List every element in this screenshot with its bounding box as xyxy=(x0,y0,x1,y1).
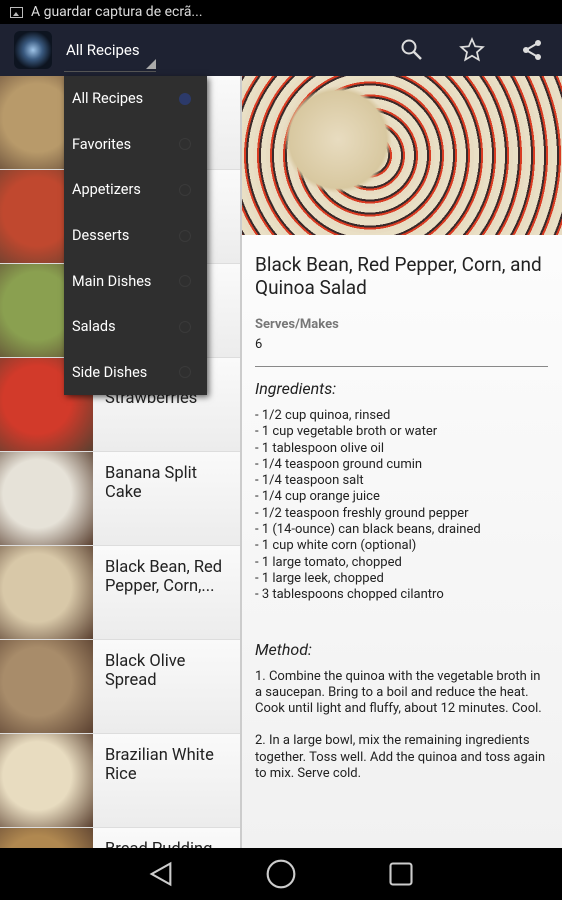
radio-icon[interactable] xyxy=(179,320,191,333)
dropdown-item-label: All Recipes xyxy=(72,90,144,108)
spinner-triangle-icon xyxy=(146,59,156,69)
radio-icon[interactable] xyxy=(179,229,191,242)
radio-icon[interactable] xyxy=(179,366,191,379)
recipe-title: Brazilian White Rice xyxy=(105,746,214,784)
navigation-bar xyxy=(0,848,562,900)
list-item[interactable]: Brazilian White Rice xyxy=(0,734,240,828)
serves-value: 6 xyxy=(255,337,263,352)
dropdown-item-label: Salads xyxy=(72,318,116,336)
dropdown-item-label: Favorites xyxy=(72,135,132,153)
method-step: 2. In a large bowl, mix the remaining in… xyxy=(255,733,546,782)
star-icon xyxy=(459,37,485,62)
method-step: 1. Combine the quinoa with the vegetable… xyxy=(255,668,542,717)
app-logo[interactable] xyxy=(14,31,52,69)
radio-icon[interactable] xyxy=(179,92,191,105)
recipe-thumbnail xyxy=(0,828,93,848)
dropdown-item-label: Main Dishes xyxy=(72,272,152,290)
notification-text: A guardar captura de ecrã... xyxy=(31,4,203,20)
dropdown-item[interactable]: Salads xyxy=(64,304,207,350)
dropdown-item[interactable]: Main Dishes xyxy=(64,258,207,304)
ingredient: - 1/4 teaspoon ground cumin xyxy=(255,456,423,472)
radio-icon[interactable] xyxy=(179,183,191,196)
recipe-thumbnail xyxy=(0,640,93,733)
method-heading: Method: xyxy=(255,639,312,659)
back-icon xyxy=(149,861,172,887)
ingredient: - 1/4 teaspoon salt xyxy=(255,473,364,489)
home-button[interactable] xyxy=(256,854,306,894)
recipe-title: Banana Split Cake xyxy=(105,464,198,502)
spinner-value: All Recipes xyxy=(66,40,140,59)
dropdown-item-label: Appetizers xyxy=(72,181,141,199)
ingredient: - 1/4 cup orange juice xyxy=(255,489,380,505)
share-button[interactable] xyxy=(502,24,562,76)
dropdown-item[interactable]: Favorites xyxy=(64,122,207,168)
divider xyxy=(255,366,548,367)
screenshot-icon xyxy=(10,6,23,18)
list-item[interactable]: Black Bean, Red Pepper, Corn,... xyxy=(0,546,240,640)
recipe-thumbnail xyxy=(0,734,93,827)
ingredient: - 1 large tomato, chopped xyxy=(255,554,402,570)
recents-button[interactable] xyxy=(376,854,426,894)
recipe-title: Black Bean, Red Pepper, Corn, and Quinoa… xyxy=(255,253,542,299)
search-button[interactable] xyxy=(382,24,442,76)
action-bar: All Recipes xyxy=(0,24,562,76)
favorite-button[interactable] xyxy=(442,24,502,76)
list-item[interactable]: Black Olive Spread xyxy=(0,640,240,734)
list-item[interactable]: Bread Pudding xyxy=(0,828,240,848)
status-bar: A guardar captura de ecrã... xyxy=(0,0,562,24)
home-icon xyxy=(266,859,296,889)
recipe-title: Black Bean, Red Pepper, Corn,... xyxy=(105,558,223,596)
recipe-title: Bread Pudding xyxy=(93,828,220,848)
dropdown-item[interactable]: All Recipes xyxy=(64,76,207,122)
dropdown-item-label: Side Dishes xyxy=(72,363,148,381)
recipe-detail: Black Bean, Red Pepper, Corn, and Quinoa… xyxy=(242,76,562,848)
ingredient: - 1 tablespoon olive oil xyxy=(255,440,385,456)
ingredient: - 1 cup vegetable broth or water xyxy=(255,424,438,440)
radio-icon[interactable] xyxy=(179,275,191,288)
recipe-thumbnail xyxy=(0,546,93,639)
back-button[interactable] xyxy=(136,854,186,894)
category-dropdown: All Recipes Favorites Appetizers Desserts Ma… xyxy=(64,76,207,395)
radio-icon[interactable] xyxy=(179,138,191,151)
ingredients-list: - 1/2 cup quinoa, rinsed - 1 cup vegetabl… xyxy=(255,408,548,604)
recipe-thumbnail xyxy=(0,452,93,545)
ingredients-heading: Ingredients: xyxy=(255,379,337,398)
ingredient: - 1 cup white corn (optional) xyxy=(255,538,417,554)
serves-label: Serves/Makes xyxy=(255,317,339,332)
ingredient: - 3 tablespoons chopped cilantro xyxy=(255,587,444,603)
dropdown-item[interactable]: Side Dishes xyxy=(64,350,207,396)
ingredient: - 1/2 cup quinoa, rinsed xyxy=(255,408,391,423)
recipe-title: Black Olive Spread xyxy=(105,652,186,690)
list-item[interactable]: Banana Split Cake xyxy=(0,452,240,546)
ingredient: - 1/2 teaspoon freshly ground pepper xyxy=(255,505,469,521)
recipe-image xyxy=(242,76,562,235)
recents-icon xyxy=(389,862,413,886)
share-icon xyxy=(523,40,541,60)
dropdown-item[interactable]: Desserts xyxy=(64,213,207,259)
ingredient: - 1 (14-ounce) can black beans, drained xyxy=(255,522,481,538)
ingredient: - 1 large leek, chopped xyxy=(255,570,384,586)
dropdown-item[interactable]: Appetizers xyxy=(64,167,207,213)
dropdown-item-label: Desserts xyxy=(72,227,130,245)
search-icon xyxy=(401,39,422,60)
method-steps: 1. Combine the quinoa with the vegetable… xyxy=(255,669,548,783)
category-spinner[interactable]: All Recipes xyxy=(64,28,156,72)
